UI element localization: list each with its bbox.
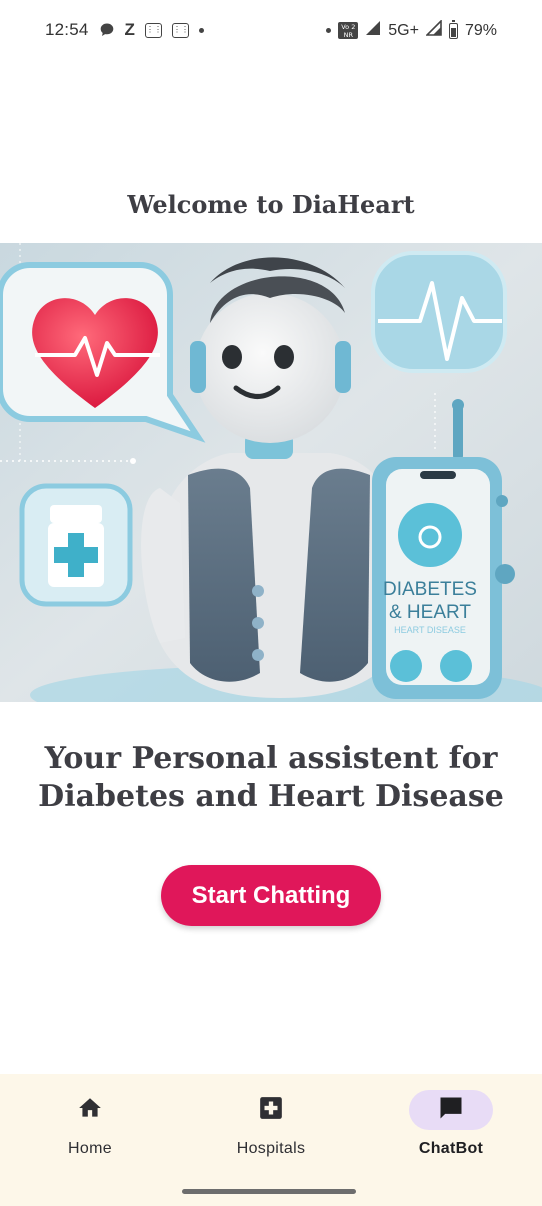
status-bar-right: Vo 2 NR 5G+ 79% bbox=[326, 19, 497, 41]
tagline-line-1: Your Personal assistent for bbox=[44, 741, 498, 776]
chat-bubble-icon bbox=[99, 22, 115, 38]
start-chatting-button[interactable]: Start Chatting bbox=[161, 865, 381, 926]
network-type: 5G+ bbox=[388, 21, 419, 39]
nav-item-hospitals[interactable]: Hospitals bbox=[181, 1090, 361, 1158]
nav-item-home[interactable]: Home bbox=[0, 1090, 180, 1158]
svg-text:DIABETES: DIABETES bbox=[383, 579, 477, 600]
nav-label-home: Home bbox=[68, 1140, 112, 1157]
dot-icon bbox=[198, 27, 204, 33]
chat-icon bbox=[437, 1094, 465, 1127]
z-icon: Z bbox=[124, 20, 135, 39]
battery-level: 79% bbox=[464, 21, 497, 39]
nav-pill-home bbox=[48, 1090, 132, 1130]
nav-pill-hospitals bbox=[229, 1090, 313, 1130]
svg-text:HEART DISEASE: HEART DISEASE bbox=[394, 625, 466, 635]
tagline-line-2: Diabetes and Heart Disease bbox=[38, 779, 504, 814]
nav-label-hospitals: Hospitals bbox=[236, 1140, 306, 1157]
medical-cross-icon bbox=[258, 1095, 284, 1126]
grid-icon: ⋮⋮ bbox=[171, 22, 189, 38]
signal-icon bbox=[365, 20, 381, 41]
nav-item-chatbot[interactable]: ChatBot bbox=[361, 1090, 541, 1158]
bottom-nav: Home Hospitals ChatBot bbox=[0, 1074, 542, 1206]
signal-icon bbox=[425, 19, 442, 41]
grid-icon: ⋮⋮ bbox=[144, 22, 162, 38]
status-bar: 12:54 Z ⋮⋮ ⋮⋮ Vo 2 NR 5G+ 79% bbox=[0, 0, 542, 64]
status-bar-left: 12:54 Z ⋮⋮ ⋮⋮ bbox=[45, 20, 204, 40]
page-title: Welcome to DiaHeart bbox=[127, 190, 415, 219]
svg-text:& HEART: & HEART bbox=[389, 602, 471, 623]
volte-icon: Vo 2 NR bbox=[338, 22, 359, 39]
battery-icon bbox=[448, 19, 458, 39]
status-time: 12:54 bbox=[45, 20, 89, 39]
nav-pill-chatbot bbox=[409, 1090, 493, 1130]
home-indicator bbox=[182, 1189, 356, 1194]
dot-icon bbox=[326, 28, 332, 33]
nav-label-chatbot: ChatBot bbox=[418, 1140, 484, 1157]
hero-illustration: DIABETES & HEART HEART DISEASE bbox=[0, 243, 542, 725]
home-icon bbox=[77, 1095, 103, 1126]
tagline: Your Personal assistent for Diabetes and… bbox=[0, 740, 542, 816]
